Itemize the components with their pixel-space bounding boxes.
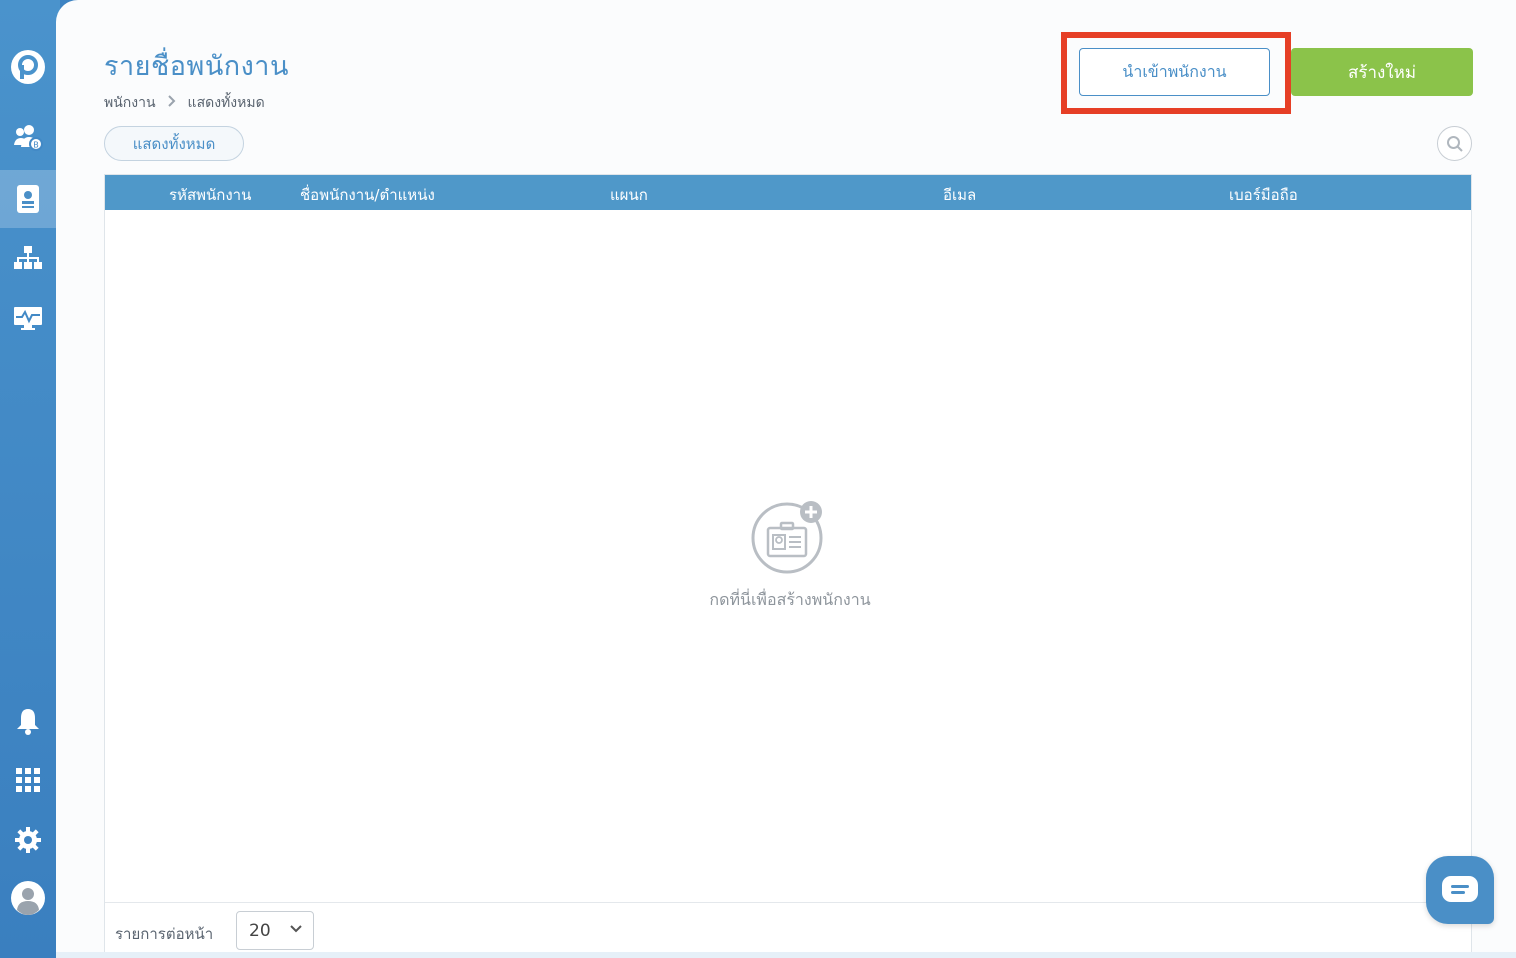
chat-icon — [1442, 876, 1478, 902]
per-page-label: รายการต่อหน้า — [115, 925, 214, 943]
table-footer: รายการต่อหน้า 20 — [105, 902, 1471, 953]
monitor-activity-icon[interactable] — [0, 292, 56, 344]
empty-state-text: กดที่นี่เพื่อสร้างพนักงาน — [709, 590, 871, 609]
employee-table: รหัสพนักงาน ชื่อพนักงาน/ตำแหน่ง แผนก อีเ… — [104, 174, 1472, 953]
column-header-name-position[interactable]: ชื่อพนักงาน/ตำแหน่ง — [300, 183, 435, 207]
column-header-email[interactable]: อีเมล — [943, 183, 976, 207]
create-new-button[interactable]: สร้างใหม่ — [1291, 48, 1473, 96]
table-header: รหัสพนักงาน ชื่อพนักงาน/ตำแหน่ง แผนก อีเ… — [105, 175, 1471, 210]
add-employee-card-icon — [751, 501, 823, 574]
import-employees-button[interactable]: นำเข้าพนักงาน — [1079, 48, 1270, 96]
per-page-value: 20 — [249, 920, 271, 941]
per-page-select[interactable]: 20 — [236, 911, 314, 950]
chevron-down-icon — [290, 925, 302, 933]
column-header-department[interactable]: แผนก — [610, 183, 648, 207]
filter-show-all-button[interactable]: แสดงทั้งหมด — [104, 126, 244, 161]
breadcrumb: พนักงาน แสดงทั้งหมด — [104, 92, 265, 114]
gear-icon[interactable] — [0, 814, 56, 866]
empty-state-create-employee[interactable]: กดที่นี่เพื่อสร้างพนักงาน — [695, 500, 885, 620]
search-icon — [1446, 135, 1463, 152]
breadcrumb-item-employees[interactable]: พนักงาน — [104, 92, 156, 114]
bell-icon[interactable] — [0, 695, 56, 747]
page-title: รายชื่อพนักงาน — [104, 51, 289, 82]
avatar-icon[interactable] — [0, 872, 56, 924]
main-panel: รายชื่อพนักงาน พนักงาน แสดงทั้งหมด แสดงท… — [56, 0, 1516, 953]
breadcrumb-item-show-all: แสดงทั้งหมด — [187, 95, 265, 111]
sidebar: B — [0, 0, 60, 958]
user-group-icon[interactable]: B — [0, 112, 56, 164]
search-button[interactable] — [1437, 126, 1472, 161]
employee-card-icon[interactable] — [0, 170, 56, 228]
bottom-strip — [56, 952, 1516, 958]
svg-text:B: B — [33, 141, 39, 150]
chevron-right-icon — [167, 95, 176, 111]
apps-grid-icon[interactable] — [0, 754, 56, 806]
column-header-employee-id[interactable]: รหัสพนักงาน — [169, 183, 251, 207]
logo-icon[interactable] — [0, 41, 56, 93]
column-header-mobile[interactable]: เบอร์มือถือ — [1229, 183, 1298, 207]
chat-button[interactable] — [1426, 856, 1494, 924]
org-chart-icon[interactable] — [0, 232, 56, 284]
